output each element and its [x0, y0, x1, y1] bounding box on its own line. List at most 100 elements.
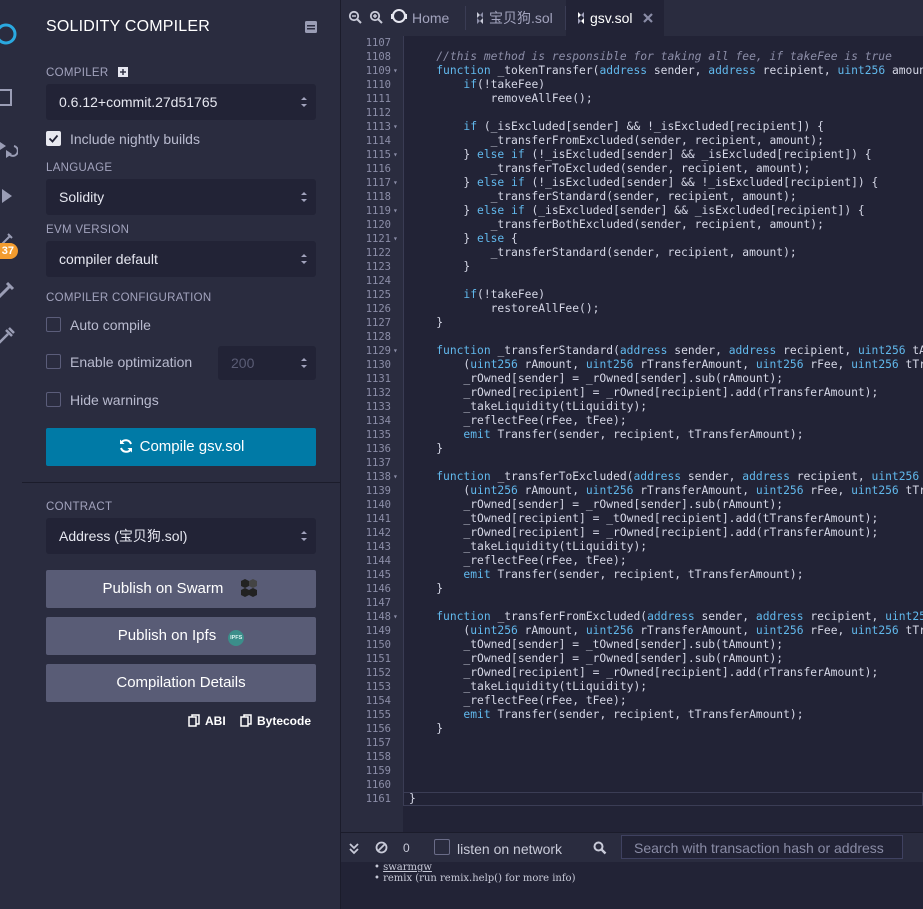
line-number: 1116 — [365, 163, 391, 175]
publish-ipfs-label: Publish on Ipfs — [117, 627, 217, 644]
remix-logo-icon[interactable] — [0, 22, 18, 46]
line-code: emit Transfer(sender, recipient, tTransf… — [463, 568, 804, 581]
code-line: 1121 ▾ } else { — [341, 232, 923, 246]
fold-arrow-icon[interactable]: ▾ — [393, 232, 398, 246]
add-compiler-icon[interactable] — [117, 67, 128, 80]
contract-select[interactable]: Address (宝贝狗.sol) — [46, 518, 316, 554]
deploy-run-icon[interactable] — [0, 184, 18, 208]
swarmgw-link[interactable]: swarmgw — [383, 862, 432, 873]
file-explorer-icon[interactable] — [0, 86, 18, 110]
line-number: 1110 — [365, 79, 391, 91]
line-number: 1129 — [365, 345, 391, 357]
tab-gsv-label: gsv.sol — [590, 10, 633, 26]
line-code: _rOwned[recipient] = _rOwned[recipient].… — [409, 526, 879, 539]
code-line: 1108 //this method is responsible for ta… — [341, 50, 923, 64]
optimization-runs-input[interactable]: 200 — [218, 346, 316, 380]
line-code: if(!takeFee) — [463, 288, 546, 301]
line-code: _tOwned[recipient] = _tOwned[recipient].… — [409, 512, 879, 525]
code-line: 1152 _rOwned[recipient] = _rOwned[recipi… — [341, 666, 923, 680]
compiler-version-select[interactable]: 0.6.12+commit.27d51765 — [46, 84, 316, 120]
tab-gsv-sol[interactable]: gsv.sol — [566, 0, 665, 37]
transaction-search-input[interactable]: Search with transaction hash or address — [621, 835, 903, 859]
code-line: 1149 (uint256 rAmount, uint256 rTransfer… — [341, 624, 923, 638]
language-select[interactable]: Solidity — [46, 179, 316, 215]
select-arrows-icon — [301, 531, 307, 541]
line-code: _transferBothExcluded(sender, recipient,… — [409, 218, 824, 231]
code-line: 1120 _transferBothExcluded(sender, recip… — [341, 218, 923, 232]
listen-network-checkbox[interactable] — [434, 839, 450, 855]
line-code: _rOwned[sender] = _rOwned[sender].sub(rA… — [409, 372, 784, 385]
auto-compile-checkbox[interactable] — [46, 317, 61, 332]
line-code: removeAllFee(); — [409, 92, 593, 105]
solidity-file-icon — [475, 2, 485, 38]
tab-baobeigou-sol[interactable]: 宝贝狗.sol — [475, 0, 553, 36]
solidity-compiler-icon[interactable] — [0, 138, 19, 162]
fold-arrow-icon[interactable]: ▾ — [393, 64, 398, 78]
code-line: 1135 emit Transfer(sender, recipient, tT… — [341, 428, 923, 442]
fold-arrow-icon[interactable]: ▾ — [393, 610, 398, 624]
code-line: 1142 _rOwned[recipient] = _rOwned[recipi… — [341, 526, 923, 540]
stepper-arrows-icon — [301, 358, 307, 368]
code-editor[interactable]: 1107 1108 //this method is responsible fo… — [341, 36, 923, 832]
clear-console-icon[interactable] — [375, 841, 388, 859]
code-line: 1131 _rOwned[sender] = _rOwned[sender].s… — [341, 372, 923, 386]
line-number: 1119 — [365, 205, 391, 217]
line-number: 1117 — [365, 177, 391, 189]
line-number: 1140 — [365, 499, 391, 511]
compile-button[interactable]: Compile gsv.sol — [46, 428, 316, 466]
terminal-line: • swarmgw — [374, 862, 432, 873]
code-line: 1118 _transferStandard(sender, recipient… — [341, 190, 923, 204]
line-number: 1133 — [365, 401, 391, 413]
hide-warnings-checkbox[interactable] — [46, 392, 61, 407]
fold-arrow-icon[interactable]: ▾ — [393, 344, 398, 358]
code-line: 1144 _reflectFee(rFee, tFee); — [341, 554, 923, 568]
compile-button-label: Compile gsv.sol — [139, 438, 245, 455]
line-number: 1143 — [365, 541, 391, 553]
enable-optimization-checkbox[interactable] — [46, 354, 61, 369]
collapse-terminal-icon[interactable] — [349, 842, 359, 860]
code-line: 1109 ▾ function _tokenTransfer(address se… — [341, 64, 923, 78]
fold-arrow-icon[interactable]: ▾ — [393, 176, 398, 190]
code-line: 1125 if(!takeFee) — [341, 288, 923, 302]
code-line: 1139 (uint256 rAmount, uint256 rTransfer… — [341, 484, 923, 498]
line-number: 1128 — [365, 331, 391, 343]
tab-home[interactable]: Home — [390, 0, 449, 36]
line-code: (uint256 rAmount, uint256 rTransferAmoun… — [409, 484, 923, 497]
code-line: 1137 — [341, 456, 923, 470]
fold-arrow-icon[interactable]: ▾ — [393, 120, 398, 134]
compilation-details-button[interactable]: Compilation Details — [46, 664, 316, 702]
code-line: 1110 if(!takeFee) — [341, 78, 923, 92]
line-code: if (_isExcluded[sender] && !_isExcluded[… — [463, 120, 824, 133]
line-number: 1137 — [365, 457, 391, 469]
copy-abi-button[interactable]: ABI — [188, 714, 226, 728]
publish-ipfs-button[interactable]: Publish on Ipfs IPFS — [46, 617, 316, 655]
line-code: _reflectFee(rFee, tFee); — [409, 554, 627, 567]
debugger-icon[interactable] — [0, 278, 18, 302]
terminal-output: • swarmgw • remix (run remix.help() for … — [341, 862, 923, 909]
code-line: 1143 _takeLiquidity(tLiquidity); — [341, 540, 923, 554]
fold-arrow-icon[interactable]: ▾ — [393, 204, 398, 218]
fold-arrow-icon[interactable]: ▾ — [393, 148, 398, 162]
copy-bytecode-button[interactable]: Bytecode — [240, 714, 311, 728]
line-number: 1122 — [365, 247, 391, 259]
code-line: 1150 _tOwned[sender] = _tOwned[sender].s… — [341, 638, 923, 652]
zoom-out-icon[interactable] — [348, 10, 362, 24]
line-number: 1120 — [365, 219, 391, 231]
settings-icon[interactable] — [0, 324, 18, 348]
close-tab-icon[interactable] — [642, 1, 654, 37]
tab-baobeigou-label: 宝贝狗.sol — [489, 10, 553, 26]
evm-version-select[interactable]: compiler default — [46, 241, 316, 277]
nightly-builds-checkbox[interactable] — [46, 131, 61, 146]
fold-arrow-icon[interactable]: ▾ — [393, 470, 398, 484]
solidity-compiler-panel: SOLIDITY COMPILER COMPILER 0.6.12+commit… — [22, 0, 341, 909]
publish-swarm-button[interactable]: Publish on Swarm — [46, 570, 316, 608]
line-code: _reflectFee(rFee, tFee); — [409, 414, 627, 427]
documentation-icon[interactable] — [304, 20, 318, 34]
zoom-in-icon[interactable] — [369, 10, 383, 24]
line-number: 1126 — [365, 303, 391, 315]
code-line: 1133 _takeLiquidity(tLiquidity); — [341, 400, 923, 414]
line-number: 1134 — [365, 415, 391, 427]
search-icon — [593, 841, 607, 860]
line-code: (uint256 rAmount, uint256 rTransferAmoun… — [409, 358, 923, 371]
line-number: 1112 — [365, 107, 391, 119]
